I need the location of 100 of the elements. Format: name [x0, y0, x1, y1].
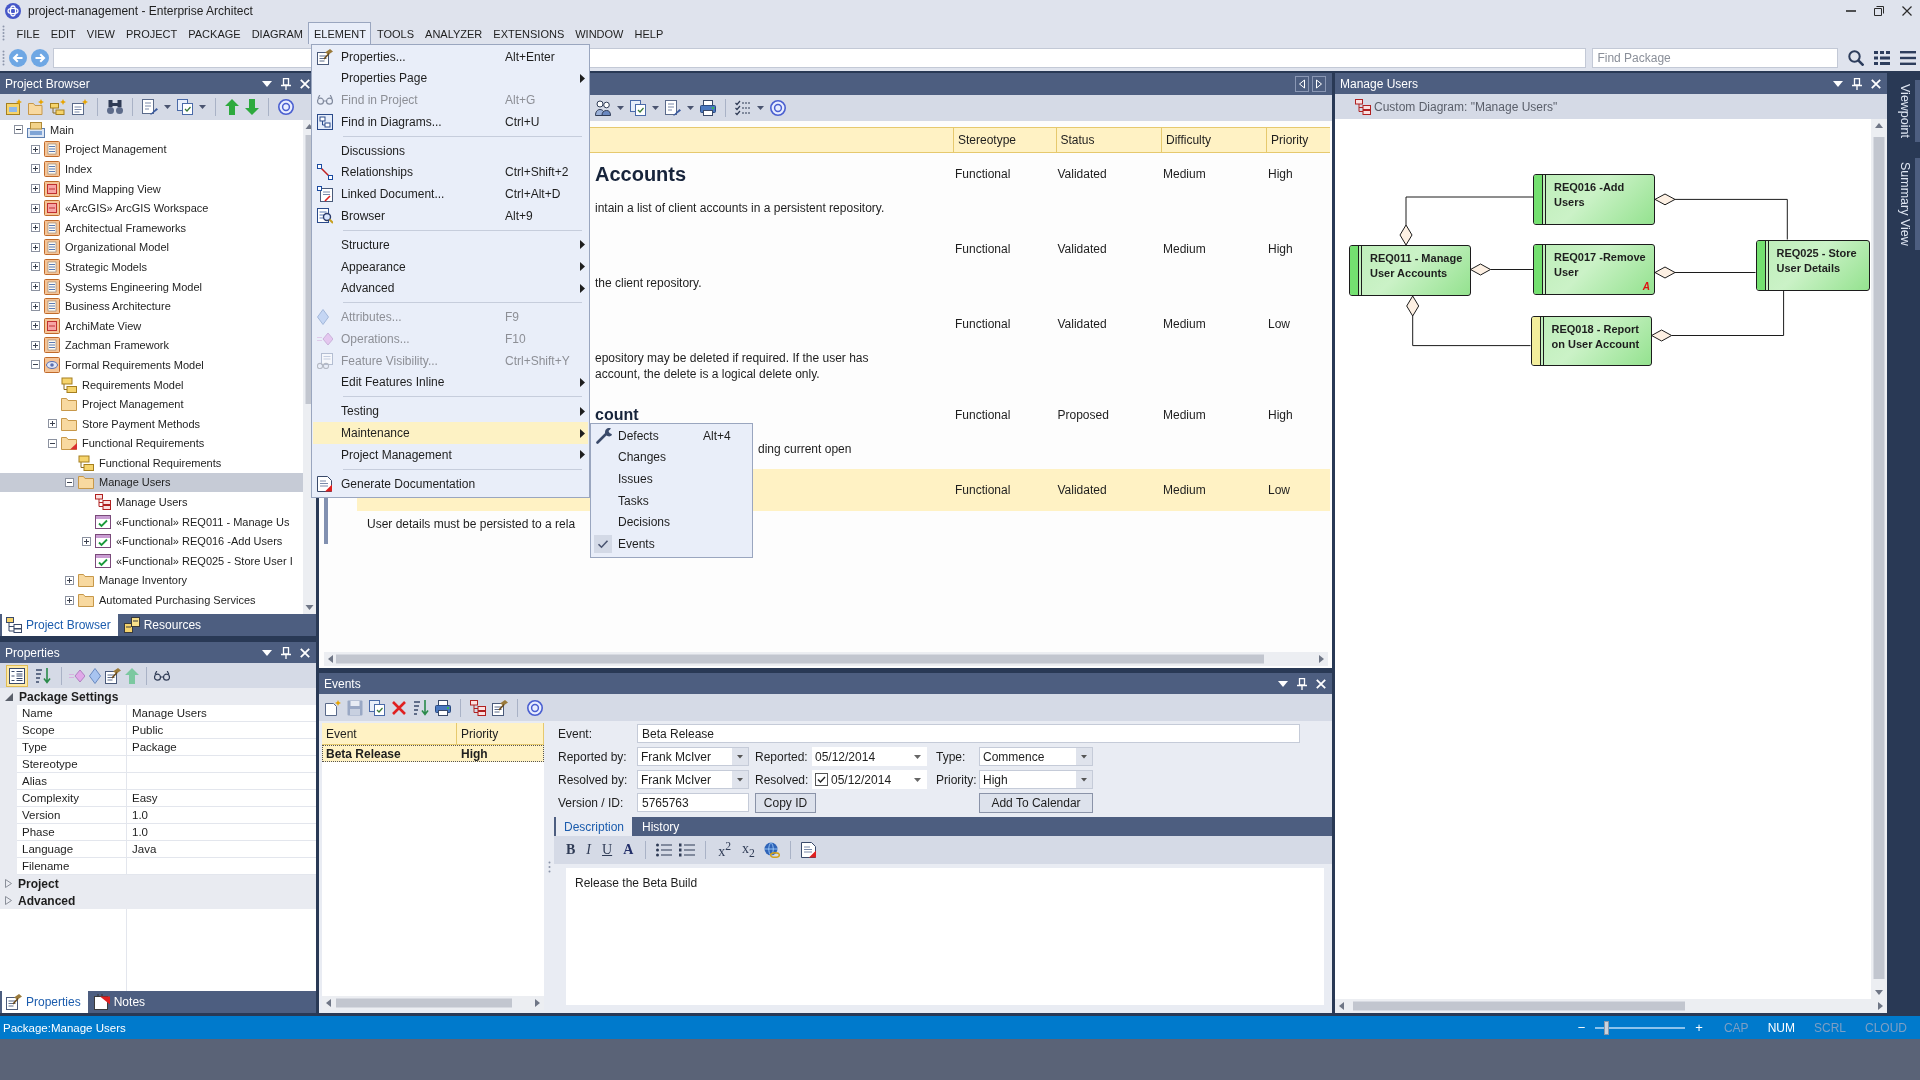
dropdown[interactable]: Frank McIver	[637, 747, 749, 766]
menu-item[interactable]: ELEMENT	[308, 22, 372, 44]
column-header[interactable]: Stereotype	[953, 128, 1056, 152]
tree-item[interactable]: Store Payment Methods	[0, 413, 303, 434]
collapse-icon[interactable]	[14, 125, 23, 135]
menu-item[interactable]: PROJECT	[120, 22, 183, 44]
sort-icon[interactable]	[413, 699, 429, 716]
tree-item[interactable]: Architectual Frameworks	[0, 217, 303, 238]
expand-icon[interactable]	[31, 282, 40, 292]
dropdown-icon[interactable]	[262, 80, 272, 87]
tree-item[interactable]: ArchiMate View	[0, 315, 303, 336]
column-header[interactable]: Difficulty	[1161, 128, 1266, 152]
menu-item[interactable]: Changes	[592, 446, 751, 469]
grid-icon[interactable]	[1874, 50, 1890, 65]
bold-button[interactable]: B	[564, 842, 578, 858]
subscript-button[interactable]: x$_{2}$	[740, 840, 757, 860]
caret-icon[interactable]	[687, 106, 694, 110]
restore-icon[interactable]	[1874, 6, 1884, 16]
expand-icon[interactable]	[48, 419, 57, 429]
text-field[interactable]: 5765763	[637, 793, 749, 812]
side-tab[interactable]: Viewpoint	[1893, 80, 1920, 142]
dropdown-icon[interactable]	[1278, 680, 1288, 687]
expand-icon[interactable]	[31, 164, 40, 174]
tab[interactable]: Project Browser	[2, 614, 118, 636]
tree-item[interactable]: Formal Requirements Model	[0, 355, 303, 375]
column-header[interactable]: Priority	[1266, 128, 1330, 152]
splitter-grip-icon[interactable]	[547, 861, 551, 873]
button[interactable]: Copy ID	[755, 792, 816, 813]
collapse-icon[interactable]	[65, 478, 74, 487]
menu-item[interactable]: HELP	[629, 22, 669, 44]
copy-icon[interactable]	[369, 699, 385, 716]
menu-item[interactable]: Structure	[313, 234, 588, 256]
tree-item[interactable]: Project Management	[0, 139, 303, 160]
menu-item[interactable]: PACKAGE	[182, 22, 247, 44]
menu-item[interactable]: WINDOW	[569, 22, 629, 44]
menu-item[interactable]: Relationships Ctrl+Shift+2	[313, 161, 588, 184]
search-field[interactable]: Find Package	[1592, 47, 1838, 68]
grip-icon[interactable]	[2, 49, 5, 66]
column-header[interactable]: Status	[1055, 128, 1161, 152]
tab[interactable]: Properties	[2, 991, 88, 1013]
dropdown-icon[interactable]	[262, 649, 272, 656]
tree-item[interactable]: Strategic Models	[0, 257, 303, 277]
hyperlink-icon[interactable]	[763, 842, 780, 858]
tree-item[interactable]: «Functional» REQ011 - Manage Us	[0, 511, 303, 532]
date-picker[interactable]: 05/12/2014	[812, 747, 927, 766]
properties-icon[interactable]	[105, 667, 121, 684]
property-value[interactable]: Easy	[127, 790, 316, 807]
menu-item[interactable]: Decisions	[592, 511, 751, 533]
tree-item[interactable]: Organizational Model	[0, 237, 303, 258]
edit-icon[interactable]	[142, 99, 158, 115]
sort-icon[interactable]	[35, 667, 51, 684]
copy-icon[interactable]	[177, 99, 193, 115]
categorized-view-icon[interactable]	[6, 664, 28, 687]
menu-item[interactable]: Discussions	[313, 140, 588, 162]
menu-item[interactable]: Tasks	[592, 489, 751, 512]
tree-item[interactable]: Functional Requirements	[0, 433, 303, 454]
dropdown[interactable]: Frank McIver	[637, 770, 749, 789]
date-picker[interactable]: 05/12/2014	[812, 770, 927, 789]
new-element-icon[interactable]	[72, 99, 88, 115]
tree-item[interactable]: «Functional» REQ016 -Add Users	[0, 531, 303, 552]
property-value[interactable]: 1.0	[127, 824, 316, 841]
people-icon[interactable]	[595, 100, 611, 116]
menu-item[interactable]: Defects Alt+4	[592, 425, 751, 447]
dropdown[interactable]: High	[979, 770, 1093, 789]
help-icon[interactable]	[278, 99, 294, 115]
text-field[interactable]: Beta Release	[637, 724, 1300, 743]
tab[interactable]: Notes	[89, 991, 153, 1013]
glasses-icon[interactable]	[154, 670, 170, 681]
superscript-button[interactable]: x$^{2}$	[716, 840, 734, 860]
caret-icon[interactable]	[199, 105, 206, 109]
font-color-button[interactable]: A	[621, 842, 636, 858]
tree-item[interactable]: Manage Users	[0, 492, 303, 512]
property-value[interactable]: Manage Users	[127, 705, 316, 722]
checklist-icon[interactable]	[735, 100, 751, 116]
expand-icon[interactable]	[31, 184, 40, 194]
menu-item[interactable]: Testing	[313, 400, 588, 423]
column-header[interactable]: Event	[322, 723, 457, 744]
menu-item[interactable]: Project Management	[313, 443, 588, 466]
collapse-icon[interactable]	[31, 360, 40, 370]
checkbox[interactable]	[815, 773, 828, 786]
zoom-out-button[interactable]: −	[1575, 1020, 1588, 1035]
expand-icon[interactable]	[65, 575, 74, 585]
help-icon[interactable]	[527, 699, 543, 716]
menu-item[interactable]: TOOLS	[371, 22, 420, 44]
menu-icon[interactable]	[1900, 50, 1916, 65]
search-icon[interactable]	[1848, 49, 1864, 66]
menu-item[interactable]: Edit Features Inline	[313, 371, 588, 393]
expand-icon[interactable]	[31, 223, 40, 233]
pin-icon[interactable]	[281, 646, 291, 659]
menu-item[interactable]: VIEW	[81, 22, 121, 44]
tree-item[interactable]: «ArcGIS» ArcGIS Workspace	[0, 198, 303, 218]
horizontal-scrollbar[interactable]	[324, 652, 1328, 666]
italic-button[interactable]: I	[584, 842, 593, 858]
menu-item[interactable]: Issues	[592, 468, 751, 490]
horizontal-scrollbar[interactable]	[322, 996, 544, 1010]
document-icon[interactable]	[800, 842, 817, 858]
caret-icon[interactable]	[164, 105, 171, 109]
new-package-icon[interactable]	[6, 99, 22, 115]
slider-thumb[interactable]	[1603, 1020, 1609, 1035]
menu-item[interactable]: Browser Alt+9	[313, 204, 588, 227]
